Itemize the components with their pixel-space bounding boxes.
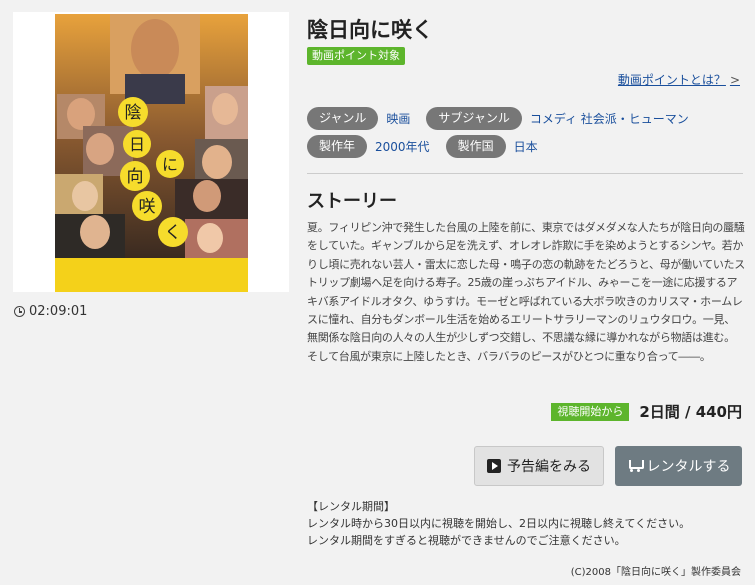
trailer-button[interactable]: 予告編をみる <box>474 446 604 486</box>
svg-text:咲: 咲 <box>139 197 156 217</box>
year-tag: 製作年 <box>307 135 368 158</box>
rental-info-heading: 【レンタル期間】 <box>307 500 395 513</box>
price-row: 視聴開始から 2日間 / 440円 <box>551 401 742 422</box>
rental-info-line1: レンタル時から30日以内に視聴を開始し、2日以内に視聴し終えてください。 <box>307 517 691 530</box>
chevron-right-icon: > <box>729 73 740 87</box>
rent-button[interactable]: レンタルする <box>615 446 742 486</box>
clock-icon <box>14 306 25 317</box>
copyright: (C)2008「陰日向に咲く」製作委員会 <box>570 567 741 578</box>
play-icon <box>487 459 501 473</box>
story-heading: ストーリー <box>307 191 397 212</box>
year-value[interactable]: 2000年代 <box>375 138 430 155</box>
poster-photo: 陰 日 向 に 咲 く <box>55 14 248 258</box>
trailer-button-label[interactable]: 予告編をみる <box>507 456 591 476</box>
rental-info: 【レンタル期間】 レンタル時から30日以内に視聴を開始し、2日以内に視聴し終えて… <box>307 498 690 549</box>
duration-text: 02:09:01 <box>29 304 88 319</box>
start-badge: 視聴開始から <box>551 402 630 421</box>
subgenre-tag: サブジャンル <box>426 107 522 130</box>
genre-value[interactable]: 映画 <box>386 110 410 127</box>
divider <box>307 173 743 174</box>
rental-info-line2: レンタル期間をすぎると視聴ができませんのでご注意ください。 <box>307 534 626 547</box>
country-tag: 製作国 <box>445 135 506 158</box>
duration: 02:09:01 <box>14 304 87 319</box>
subgenre-value[interactable]: コメディ 社会派・ヒューマン <box>530 110 689 127</box>
poster-bottom-band <box>55 258 248 292</box>
production-row: 製作年 2000年代 製作国 日本 <box>307 135 554 158</box>
movie-poster: 陰 日 向 に 咲 く <box>55 14 248 292</box>
poster-container: 陰 日 向 に 咲 く <box>13 12 289 292</box>
svg-text:向: 向 <box>127 167 144 187</box>
page-title: 陰日向に咲く <box>307 18 433 42</box>
svg-text:く: く <box>165 223 182 243</box>
story-text: 夏。フィリピン沖で発生した台風の上陸を前に、東京ではダメダメな人たちが陰日向の蜃… <box>307 221 745 363</box>
point-badge: 動画ポイント対象 <box>307 47 405 65</box>
country-value[interactable]: 日本 <box>514 138 538 155</box>
genre-row: ジャンル 映画 サブジャンル コメディ 社会派・ヒューマン <box>307 107 705 130</box>
svg-text:日: 日 <box>129 135 145 154</box>
rent-button-label[interactable]: レンタルする <box>647 456 731 476</box>
svg-text:陰: 陰 <box>125 103 142 123</box>
point-info-link[interactable]: 動画ポイントとは？ > <box>618 71 740 88</box>
price: 2日間 / 440円 <box>639 403 742 421</box>
genre-tag: ジャンル <box>307 107 379 130</box>
point-info-link-label[interactable]: 動画ポイントとは？ <box>618 73 726 87</box>
svg-text:に: に <box>162 155 178 174</box>
cart-icon <box>627 459 644 473</box>
